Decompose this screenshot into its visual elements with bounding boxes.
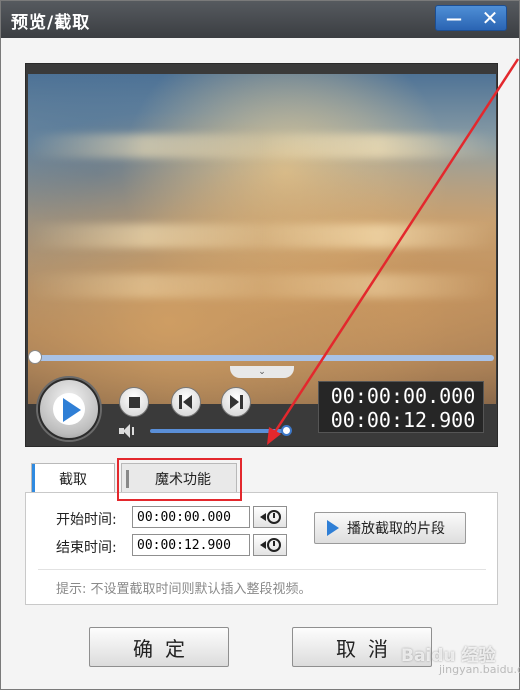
ok-button[interactable]: 确定 [89,627,229,667]
arrow-left-icon [259,513,266,521]
clock-icon [266,510,281,524]
watermark-url: jingyan.baidu.com [439,663,520,676]
play-button[interactable] [38,378,100,440]
preview-trim-dialog: 预览/截取 — ✕ ⌄ 00:00:00.000 00:00:12.900 截取… [0,0,520,690]
seek-bar[interactable] [28,350,494,364]
divider [38,569,486,570]
minimize-button[interactable]: — [436,6,472,30]
arrow-left-icon [259,541,266,549]
tab-label: 截取 [59,471,87,488]
set-end-time-button[interactable] [253,534,287,556]
play-icon [63,398,81,422]
chevron-down-icon: ⌄ [258,367,266,377]
window-title: 预览/截取 [11,13,91,33]
tab-trim[interactable]: 截取 [31,463,115,494]
video-player: ⌄ 00:00:00.000 00:00:12.900 [25,63,498,447]
seek-handle[interactable] [28,350,42,364]
play-icon [327,520,339,536]
trim-panel: 开始时间: 结束时间: 播放截取的片段 提示: 不设置截取时间则默认插入整段视频… [25,492,498,605]
total-time: 00:00:12.900 [330,408,476,432]
end-time-input[interactable] [132,534,250,556]
volume-handle[interactable] [281,425,292,436]
end-time-label: 结束时间: [56,540,117,556]
annotation-highlight-box [117,458,242,501]
window-controls: — ✕ [435,5,507,31]
time-display: 00:00:00.000 00:00:12.900 [318,381,484,433]
next-frame-icon [229,395,243,409]
collapse-toggle[interactable]: ⌄ [230,366,294,378]
cloud-layer [28,274,496,298]
title-bar: 预览/截取 — ✕ [1,1,519,38]
stop-button[interactable] [119,387,149,417]
cloud-layer [28,224,496,248]
start-time-label: 开始时间: [56,512,117,528]
close-button[interactable]: ✕ [472,6,508,30]
next-frame-button[interactable] [221,387,251,417]
set-start-time-button[interactable] [253,506,287,528]
play-segment-button[interactable]: 播放截取的片段 [314,512,466,544]
cloud-layer [28,134,496,158]
clock-icon [266,538,281,552]
volume-icon[interactable] [119,424,137,438]
current-time: 00:00:00.000 [330,384,476,408]
stop-icon [128,396,140,408]
previous-frame-icon [179,395,193,409]
previous-frame-button[interactable] [171,387,201,417]
play-segment-label: 播放截取的片段 [347,521,445,537]
hint-text: 提示: 不设置截取时间则默认插入整段视频。 [56,582,312,597]
start-time-input[interactable] [132,506,250,528]
volume-slider[interactable] [150,425,292,436]
